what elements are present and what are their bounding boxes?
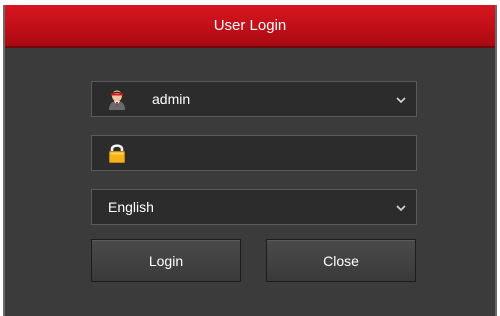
user-avatar-icon [106, 88, 128, 110]
close-button[interactable]: Close [266, 239, 416, 282]
lock-icon [106, 142, 128, 164]
language-select[interactable]: English [91, 189, 417, 225]
login-dialog: User Login admin English Login Close [3, 5, 497, 316]
username-select[interactable]: admin [91, 81, 417, 117]
login-button[interactable]: Login [91, 239, 241, 282]
chevron-down-icon [396, 97, 406, 104]
language-value: English [108, 199, 154, 215]
username-value: admin [152, 91, 191, 107]
dialog-title: User Login [5, 5, 495, 48]
chevron-down-icon [396, 205, 406, 212]
password-input[interactable] [91, 135, 417, 171]
